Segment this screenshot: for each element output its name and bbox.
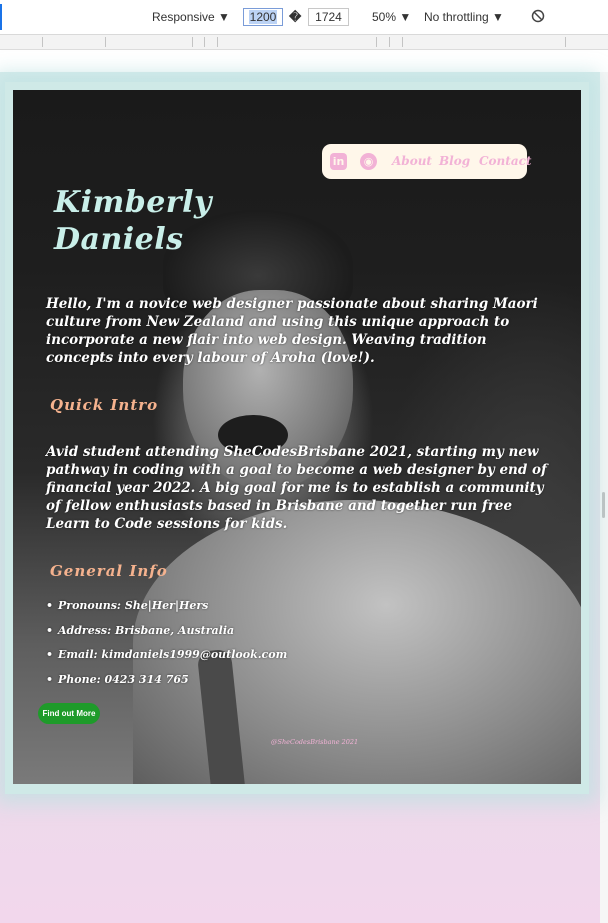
height-input[interactable]: 1724 — [308, 8, 349, 26]
device-select[interactable]: Responsive ▼ — [152, 10, 230, 24]
media-query-ruler — [0, 35, 608, 50]
general-info-list: Pronouns: She|Her|Hers Address: Brisbane… — [46, 594, 287, 692]
info-pronouns: Pronouns: She|Her|Hers — [46, 594, 287, 619]
device-select-label: Responsive — [152, 10, 215, 24]
top-nav: in ◉ About Blog Contact — [322, 144, 531, 179]
zoom-select[interactable]: 50% ▼ — [372, 10, 411, 24]
nav-link-about[interactable]: About — [392, 154, 432, 168]
info-address: Address: Brisbane, Australia — [46, 619, 287, 644]
width-input[interactable]: 1200 — [243, 8, 283, 26]
dimension-separator: � — [289, 10, 302, 24]
github-icon[interactable]: ◉ — [360, 153, 377, 170]
toolbar-edge — [0, 4, 2, 30]
quick-intro-heading: Quick Intro — [50, 396, 159, 414]
nav-link-contact[interactable]: Contact — [479, 154, 531, 168]
scrollbar-thumb[interactable] — [602, 492, 605, 518]
width-value: 1200 — [248, 10, 278, 24]
info-phone: Phone: 0423 314 765 — [46, 668, 287, 693]
linkedin-icon[interactable]: in — [330, 153, 347, 170]
intro-paragraph: Hello, I'm a novice web designer passion… — [46, 296, 538, 366]
rotate-icon[interactable] — [531, 9, 545, 23]
throttling-select[interactable]: No throttling ▼ — [424, 10, 504, 24]
nav-link-blog[interactable]: Blog — [439, 154, 470, 168]
find-out-more-button[interactable]: Find out More — [38, 703, 100, 724]
throttling-label: No throttling — [424, 10, 489, 24]
quick-intro-paragraph: Avid student attending SheCodesBrisbane … — [46, 444, 547, 532]
hero-section: in ◉ About Blog Contact Kimberly Daniels… — [13, 90, 581, 784]
title-last-name: Daniels — [54, 222, 184, 257]
devtools-toolbar: Responsive ▼ 1200 � 1724 50% ▼ No thrott… — [0, 0, 608, 35]
info-email: Email: kimdaniels1999@outlook.com — [46, 643, 287, 668]
title-first-name: Kimberly — [54, 185, 212, 220]
page-title: Kimberly Daniels — [54, 184, 212, 258]
zoom-label: 50% — [372, 10, 397, 24]
general-info-heading: General Info — [50, 562, 168, 580]
footer-credit: @SheCodesBrisbane 2021 — [271, 738, 359, 746]
vertical-scrollbar[interactable] — [600, 72, 608, 923]
